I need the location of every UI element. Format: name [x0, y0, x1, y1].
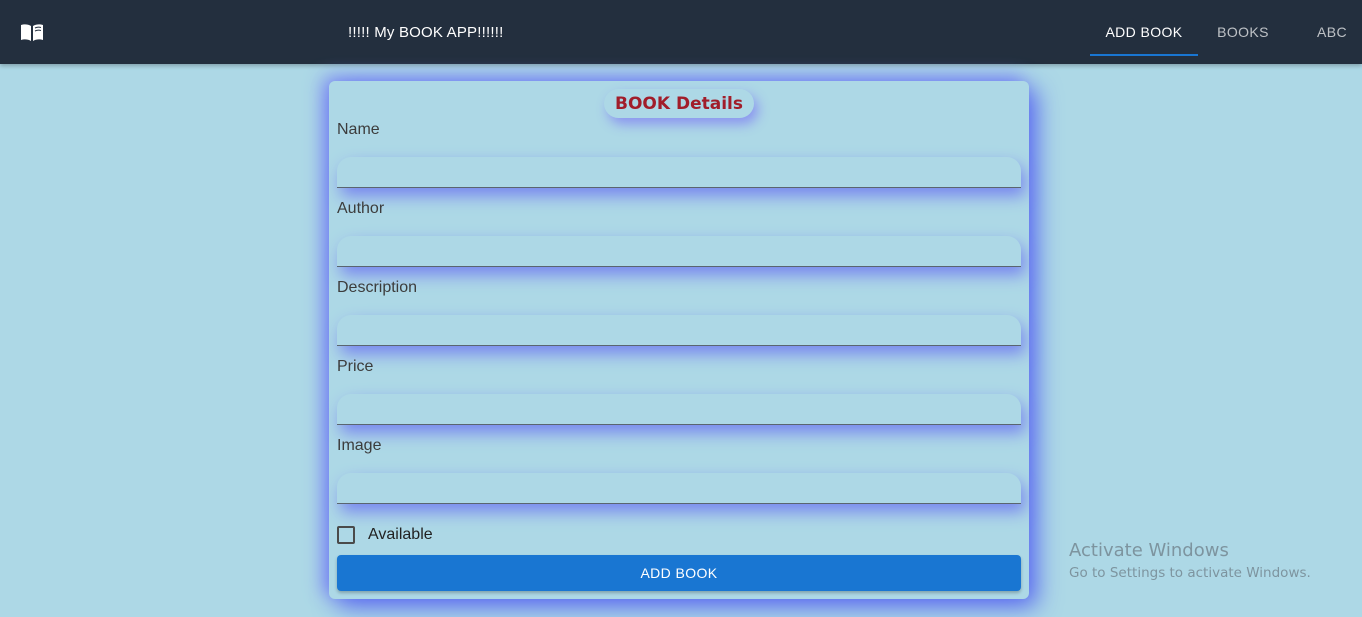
available-row: Available: [337, 525, 433, 545]
image-input[interactable]: [337, 473, 1021, 504]
price-input[interactable]: [337, 394, 1021, 425]
watermark-title: Activate Windows: [1069, 540, 1229, 561]
book-form-card: BOOK Details Name Author Description Pri…: [329, 81, 1029, 599]
available-checkbox[interactable]: [337, 526, 355, 544]
description-input[interactable]: [337, 315, 1021, 346]
description-label: Description: [337, 279, 418, 296]
name-input[interactable]: [337, 157, 1021, 188]
author-input[interactable]: [337, 236, 1021, 267]
tab-books[interactable]: BOOKS: [1198, 0, 1288, 64]
form-title: BOOK Details: [604, 89, 754, 118]
author-label: Author: [337, 200, 385, 217]
nav-tabs: ADD BOOK BOOKS ABC: [1090, 0, 1362, 64]
image-label: Image: [337, 437, 382, 454]
menu-book-icon[interactable]: [20, 22, 44, 42]
price-label: Price: [337, 358, 374, 375]
add-book-button[interactable]: ADD BOOK: [337, 555, 1021, 591]
tab-add-book[interactable]: ADD BOOK: [1090, 0, 1198, 64]
app-bar: !!!!! My BOOK APP!!!!!! ADD BOOK BOOKS A…: [0, 0, 1362, 64]
watermark-subtitle: Go to Settings to activate Windows.: [1069, 565, 1311, 581]
app-title: !!!!! My BOOK APP!!!!!!: [348, 24, 504, 41]
tab-abc[interactable]: ABC: [1288, 0, 1362, 64]
name-label: Name: [337, 121, 380, 138]
available-label[interactable]: Available: [368, 526, 433, 544]
activate-windows-watermark: Activate Windows Go to Settings to activ…: [1069, 540, 1311, 581]
